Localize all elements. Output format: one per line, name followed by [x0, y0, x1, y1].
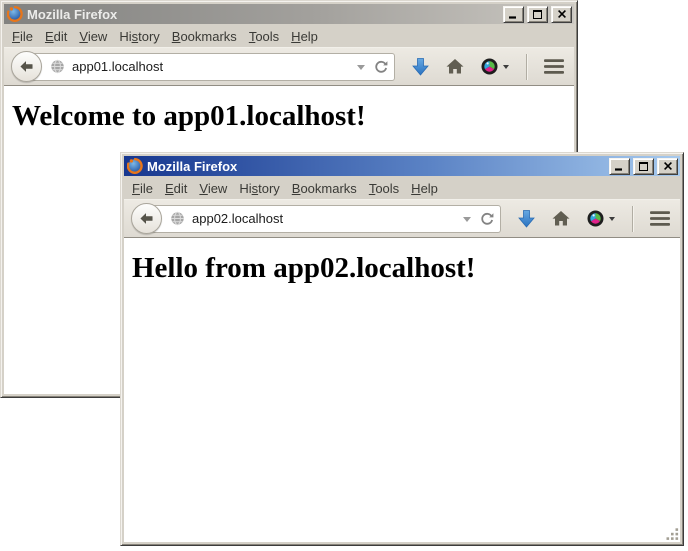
menu-label-post: elp	[421, 181, 438, 196]
desktop: Mozilla Firefox FileEditViewHistoryBookm…	[0, 0, 688, 551]
menu-history[interactable]: History	[233, 179, 285, 198]
app-menu-button[interactable]	[650, 211, 670, 226]
back-arrow-icon	[139, 211, 154, 226]
download-arrow-icon	[412, 58, 429, 76]
maximize-button[interactable]	[527, 6, 548, 23]
colorwheel-dropdown-icon	[609, 217, 615, 224]
close-button[interactable]	[657, 158, 678, 175]
back-button[interactable]	[131, 203, 162, 234]
site-identity-globe-icon[interactable]	[170, 211, 185, 226]
app-menu-button[interactable]	[544, 59, 564, 74]
home-button[interactable]	[552, 211, 570, 226]
menu-help[interactable]: Help	[285, 27, 324, 46]
menu-history[interactable]: History	[113, 27, 165, 46]
menu-label-key: E	[45, 29, 54, 44]
menu-label-post: ile	[140, 181, 153, 196]
menu-label-post: ools	[255, 29, 279, 44]
window-controls	[606, 158, 678, 175]
download-arrow-icon	[518, 210, 535, 228]
close-button[interactable]	[551, 6, 572, 23]
colorwheel-icon	[481, 58, 498, 75]
firefox-logo-icon	[127, 158, 143, 174]
menu-label-post: tory	[258, 181, 280, 196]
menu-label-post: ile	[20, 29, 33, 44]
menu-label-key: H	[411, 181, 420, 196]
navigation-toolbar: app01.localhost	[4, 47, 574, 86]
minimize-button[interactable]	[609, 158, 630, 175]
menu-label-key: E	[165, 181, 174, 196]
menu-file[interactable]: File	[126, 179, 159, 198]
urlbar-dropdown-icon[interactable]	[357, 65, 365, 74]
back-button[interactable]	[11, 51, 42, 82]
home-icon	[552, 211, 570, 226]
address-bar[interactable]: app02.localhost	[145, 205, 501, 233]
minimize-button[interactable]	[503, 6, 524, 23]
menu-view[interactable]: View	[73, 27, 113, 46]
menu-edit[interactable]: Edit	[39, 27, 73, 46]
resize-grip[interactable]	[666, 528, 679, 541]
menu-label-post: ools	[375, 181, 399, 196]
page-content: Hello from app02.localhost!	[124, 238, 680, 542]
menu-label-post: ookmarks	[300, 181, 356, 196]
menubar: FileEditViewHistoryBookmarksToolsHelp	[124, 177, 680, 199]
menu-label-pre: Hi	[119, 29, 131, 44]
menu-edit[interactable]: Edit	[159, 179, 193, 198]
window-title: Mozilla Firefox	[27, 7, 500, 22]
titlebar[interactable]: Mozilla Firefox	[4, 4, 574, 24]
home-button[interactable]	[446, 59, 464, 74]
urlbar-dropdown-icon[interactable]	[463, 217, 471, 226]
menu-view[interactable]: View	[193, 179, 233, 198]
menu-tools[interactable]: Tools	[363, 179, 405, 198]
reload-icon[interactable]	[480, 212, 494, 226]
menubar: FileEditViewHistoryBookmarksToolsHelp	[4, 25, 574, 47]
menu-label-post: dit	[174, 181, 188, 196]
menu-label-key: V	[79, 29, 87, 44]
hamburger-menu-icon	[650, 211, 670, 226]
menu-label-post: iew	[88, 29, 108, 44]
window-controls	[500, 6, 572, 23]
url-text[interactable]: app01.localhost	[72, 59, 357, 74]
maximize-button[interactable]	[633, 158, 654, 175]
toolbar-separator	[526, 54, 527, 80]
menu-bookmarks[interactable]: Bookmarks	[286, 179, 363, 198]
url-text[interactable]: app02.localhost	[192, 211, 463, 226]
colorwheel-addon-button[interactable]	[587, 210, 615, 227]
window-title: Mozilla Firefox	[147, 159, 606, 174]
download-button[interactable]	[412, 58, 429, 76]
menu-tools[interactable]: Tools	[243, 27, 285, 46]
menu-label-key: H	[291, 29, 300, 44]
colorwheel-dropdown-icon	[503, 65, 509, 72]
hamburger-menu-icon	[544, 59, 564, 74]
menu-label-key: F	[132, 181, 140, 196]
page-heading: Welcome to app01.localhost!	[12, 100, 574, 133]
site-identity-globe-icon[interactable]	[50, 59, 65, 74]
firefox-window-app02: Mozilla Firefox FileEditViewHistoryBookm…	[120, 152, 684, 546]
menu-label-post: elp	[301, 29, 318, 44]
menu-file[interactable]: File	[6, 27, 39, 46]
colorwheel-icon	[587, 210, 604, 227]
menu-label-pre: Hi	[239, 181, 251, 196]
navigation-toolbar: app02.localhost	[124, 199, 680, 238]
toolbar-separator	[632, 206, 633, 232]
menu-bookmarks[interactable]: Bookmarks	[166, 27, 243, 46]
firefox-logo-icon	[7, 6, 23, 22]
colorwheel-addon-button[interactable]	[481, 58, 509, 75]
menu-label-post: tory	[138, 29, 160, 44]
menu-label-key: V	[199, 181, 207, 196]
menu-label-post: iew	[208, 181, 228, 196]
menu-label-post: ookmarks	[180, 29, 236, 44]
menu-label-post: dit	[54, 29, 68, 44]
page-heading: Hello from app02.localhost!	[132, 252, 680, 285]
reload-icon[interactable]	[374, 60, 388, 74]
menu-help[interactable]: Help	[405, 179, 444, 198]
address-bar[interactable]: app01.localhost	[25, 53, 395, 81]
titlebar[interactable]: Mozilla Firefox	[124, 156, 680, 176]
back-arrow-icon	[19, 59, 34, 74]
menu-label-key: F	[12, 29, 20, 44]
download-button[interactable]	[518, 210, 535, 228]
home-icon	[446, 59, 464, 74]
